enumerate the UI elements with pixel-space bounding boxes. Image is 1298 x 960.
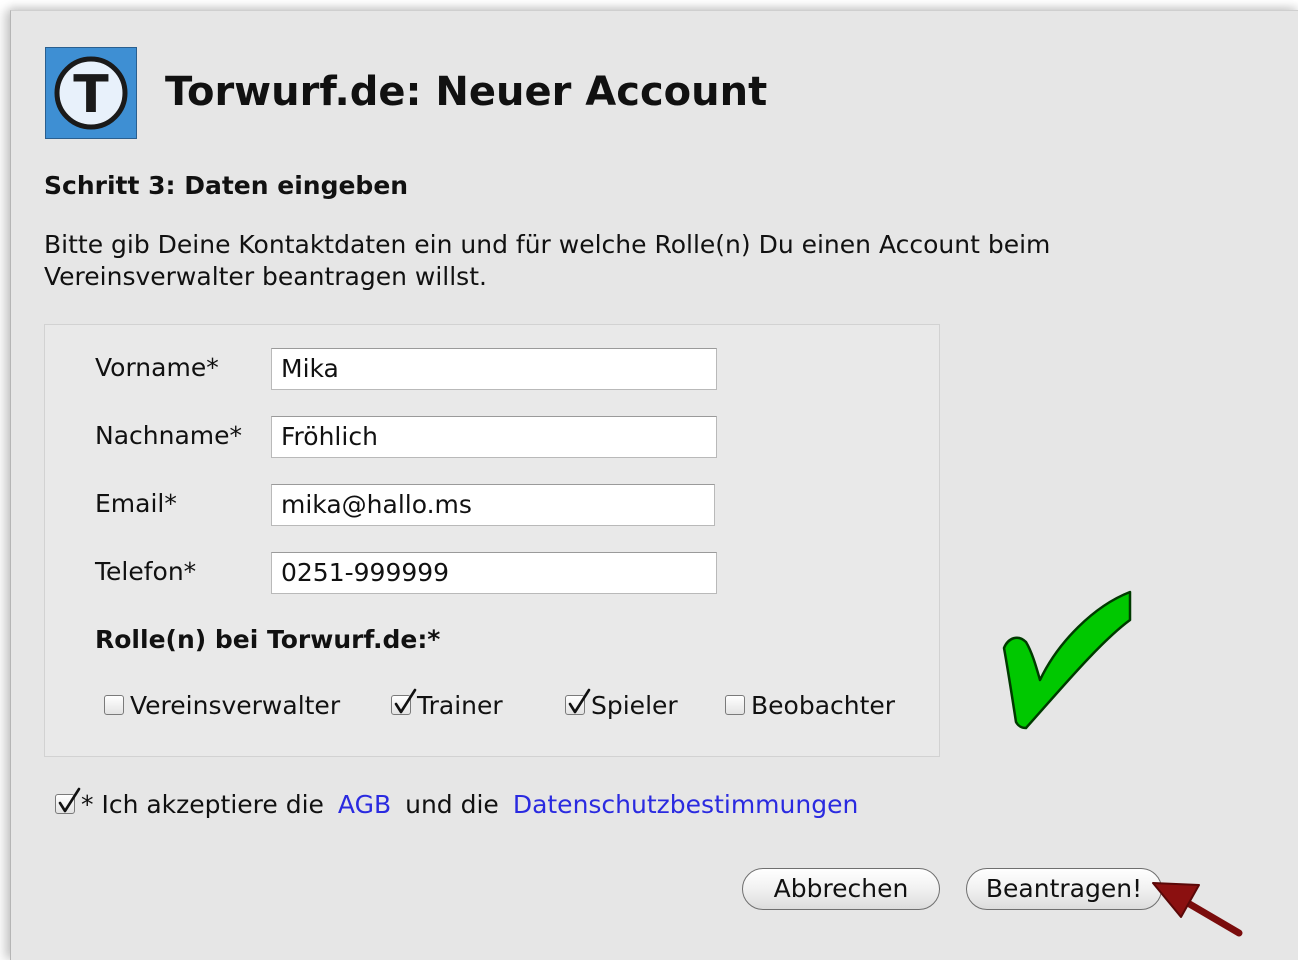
checked-checkbox-icon[interactable] (565, 688, 591, 715)
terms-agreement: * Ich akzeptiere die AGB und die Datensc… (55, 787, 858, 821)
email-field[interactable]: mika@hallo.ms (271, 484, 715, 526)
dialog-window: T Torwurf.de: Neuer Account Schritt 3: D… (10, 10, 1298, 960)
svg-text:T: T (73, 65, 109, 125)
checked-checkbox-icon[interactable] (391, 688, 417, 715)
privacy-link[interactable]: Datenschutzbestimmungen (513, 790, 859, 819)
role-spieler-checkbox[interactable]: Spieler (565, 688, 678, 720)
phone-field[interactable]: 0251-999999 (271, 552, 717, 594)
page-title: Torwurf.de: Neuer Account (165, 69, 768, 115)
checked-checkbox-icon[interactable] (55, 787, 81, 814)
checkmark-icon (1002, 590, 1132, 730)
terms-middle: und die (405, 789, 499, 819)
role-trainer-checkbox[interactable]: Trainer (391, 688, 503, 720)
unchecked-checkbox-icon[interactable] (104, 695, 124, 715)
lastname-field[interactable]: Fröhlich (271, 416, 717, 458)
phone-label: Telefon* (95, 557, 197, 586)
firstname-label: Vorname* (95, 353, 219, 382)
role-label: Trainer (417, 690, 503, 720)
role-beobachter-checkbox[interactable]: Beobachter (725, 690, 895, 720)
roles-heading: Rolle(n) bei Torwurf.de:* (95, 625, 441, 654)
firstname-field[interactable]: Mika (271, 348, 717, 390)
lastname-label: Nachname* (95, 421, 243, 450)
role-vereinsverwalter-checkbox[interactable]: Vereinsverwalter (104, 690, 340, 720)
submit-button[interactable]: Beantragen! (966, 868, 1162, 910)
role-label: Vereinsverwalter (130, 690, 341, 720)
intro-text: Bitte gib Deine Kontaktdaten ein und für… (44, 230, 1051, 291)
role-label: Beobachter (751, 690, 896, 720)
step-heading: Schritt 3: Daten eingeben (44, 171, 409, 200)
contact-form-panel: Vorname* Mika Nachname* Fröhlich Email* … (44, 324, 940, 757)
unchecked-checkbox-icon[interactable] (725, 695, 745, 715)
terms-prefix: * Ich akzeptiere die (81, 789, 324, 819)
arrow-icon (1152, 882, 1243, 937)
cancel-button[interactable]: Abbrechen (742, 868, 940, 910)
role-label: Spieler (591, 690, 678, 720)
torwurf-logo-icon: T (45, 47, 137, 139)
agb-link[interactable]: AGB (338, 790, 391, 819)
email-label: Email* (95, 489, 177, 518)
